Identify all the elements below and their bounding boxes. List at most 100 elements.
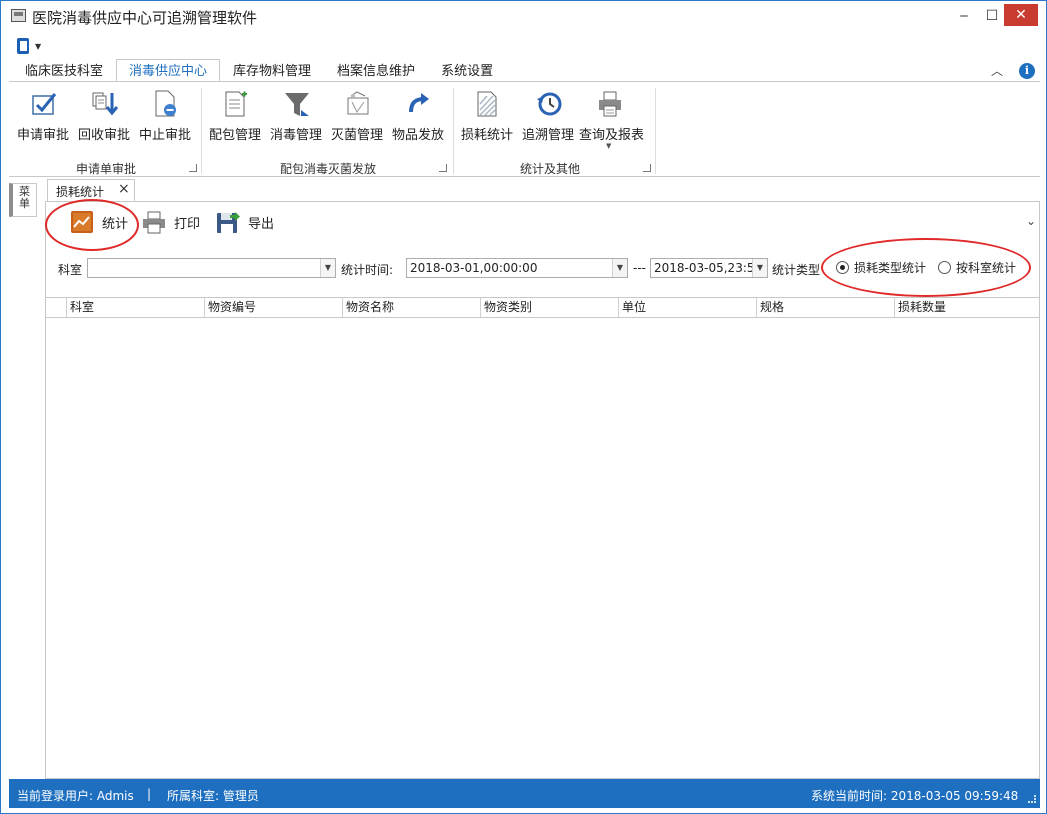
chevron-down-icon[interactable]: ▼	[752, 259, 767, 277]
stat-type-label: 统计类型	[772, 263, 821, 277]
column-header[interactable]: 物资编号	[205, 298, 343, 317]
group-launcher-icon[interactable]	[189, 164, 197, 172]
stop-approve-label: 中止审批	[138, 128, 191, 143]
tab-inventory[interactable]: 库存物料管理	[220, 59, 324, 82]
query-report-label: 查询及报表	[579, 128, 645, 143]
group-label-approval: 申请单审批	[75, 162, 136, 176]
stop-approve-button[interactable]: 中止审批	[135, 86, 195, 148]
pack-manage-label: 配包管理	[208, 128, 261, 143]
redo-arrow-icon	[409, 93, 429, 113]
apply-approve-button[interactable]: 申请审批	[13, 86, 73, 148]
resize-grip-icon[interactable]	[1028, 795, 1036, 803]
export-label: 导出	[248, 216, 275, 232]
printer-icon	[143, 211, 165, 234]
data-grid: 科室 物资编号 物资名称 物资类别 单位 规格 损耗数量	[46, 297, 1039, 778]
recycle-approve-icon	[92, 92, 118, 116]
sterilize-icon	[347, 91, 369, 115]
doc-tab-loss-stat[interactable]: 损耗统计 ×	[47, 179, 135, 201]
time-from-value: 2018-03-01,00:00:00	[410, 261, 538, 275]
status-dept: 所属科室: 管理员	[167, 789, 259, 803]
tab-archive[interactable]: 档案信息维护	[324, 59, 428, 82]
recycle-approve-button[interactable]: 回收审批	[74, 86, 134, 148]
title-bar: 医院消毒供应中心可追溯管理软件 ‒ ☐ ✕	[1, 1, 1046, 32]
annotation-circle	[821, 238, 1031, 297]
sterilize-manage-button[interactable]: 灭菌管理	[327, 86, 387, 148]
printer-icon	[599, 91, 621, 117]
status-bar: 当前登录用户: Admis | 所属科室: 管理员 系统当前时间: 2018-0…	[9, 779, 1040, 808]
window-title: 医院消毒供应中心可追溯管理软件	[32, 9, 258, 27]
quick-access-toolbar: ▼	[17, 36, 41, 56]
group-launcher-icon[interactable]	[439, 164, 447, 172]
column-header[interactable]: 规格	[757, 298, 895, 317]
loss-stat-label: 损耗统计	[460, 128, 513, 143]
disinfect-manage-label: 消毒管理	[269, 128, 322, 143]
side-tab-label: 菜单	[19, 185, 30, 210]
close-button[interactable]: ✕	[1004, 4, 1038, 26]
status-user: 当前登录用户: Admis	[17, 789, 134, 803]
tab-sterile-supply[interactable]: 消毒供应中心	[116, 59, 221, 82]
group-divider	[453, 88, 454, 174]
chevron-down-icon: ▼	[606, 142, 612, 150]
app-window: 医院消毒供应中心可追溯管理软件 ‒ ☐ ✕ ▼ 临床医技科室 消毒供应中心 库存…	[0, 0, 1047, 814]
ribbon-right-controls: ︿ i	[991, 62, 1036, 79]
floppy-export-icon	[217, 212, 240, 233]
status-separator: |	[147, 787, 152, 801]
info-icon[interactable]: i	[1019, 62, 1036, 79]
tab-settings[interactable]: 系统设置	[428, 59, 506, 82]
export-button[interactable]: 导出	[216, 208, 274, 236]
time-from-combo[interactable]: 2018-03-01,00:00:00 ▼	[406, 258, 628, 278]
pack-manage-button[interactable]: 配包管理	[205, 86, 265, 148]
grid-header: 科室 物资编号 物资名称 物资类别 单位 规格 损耗数量	[46, 298, 1039, 318]
dept-combo[interactable]: ▼	[87, 258, 336, 278]
apply-approve-label: 申请审批	[16, 128, 69, 143]
print-button[interactable]: 打印	[142, 208, 200, 236]
disinfect-manage-button[interactable]: 消毒管理	[266, 86, 326, 148]
group-launcher-icon[interactable]	[643, 164, 651, 172]
trace-manage-button[interactable]: 追溯管理	[518, 86, 578, 148]
dept-label: 科室	[58, 263, 83, 277]
group-label-statistics: 统计及其他	[519, 162, 580, 176]
column-header[interactable]: 物资名称	[343, 298, 481, 317]
history-icon	[537, 92, 562, 116]
office-icon[interactable]	[17, 38, 29, 54]
chevron-down-icon[interactable]: ▼	[35, 42, 41, 51]
column-header[interactable]: 科室	[67, 298, 205, 317]
chevron-up-icon[interactable]: ︿	[991, 62, 1003, 79]
trace-manage-label: 追溯管理	[521, 128, 574, 143]
column-header[interactable]: 单位	[619, 298, 757, 317]
row-indicator-header	[46, 298, 67, 317]
check-icon	[32, 93, 57, 115]
chevron-down-icon[interactable]: ▼	[612, 259, 627, 277]
funnel-icon	[285, 93, 309, 116]
item-dispatch-button[interactable]: 物品发放	[388, 86, 448, 148]
recycle-approve-label: 回收审批	[77, 128, 130, 143]
column-header[interactable]: 损耗数量	[895, 298, 1039, 317]
group-divider	[201, 88, 202, 174]
chevron-down-icon[interactable]: ⌄	[1026, 214, 1036, 228]
stop-document-icon	[155, 90, 176, 117]
side-tab-menu[interactable]: 菜单	[9, 183, 37, 217]
striped-document-icon	[477, 91, 497, 117]
group-packing: 配包管理 消毒管理 灭菌管理 物品发放 配包消毒灭菌发放	[205, 86, 451, 176]
query-report-button[interactable]: 查询及报表 ▼	[579, 86, 645, 150]
close-icon[interactable]: ×	[118, 181, 130, 197]
time-to-value: 2018-03-05,23:59:59	[654, 261, 752, 275]
item-dispatch-label: 物品发放	[391, 128, 444, 143]
chevron-down-icon[interactable]: ▼	[320, 259, 335, 277]
ribbon-panel: 申请审批 回收审批 中止审批 申请单审批 配包管理 消毒管理 灭菌管理 物品发放…	[9, 81, 1040, 177]
doc-tab-label: 损耗统计	[56, 185, 105, 199]
loss-stat-button[interactable]: 损耗统计	[457, 86, 517, 148]
column-header[interactable]: 物资类别	[481, 298, 619, 317]
group-label-packing: 配包消毒灭菌发放	[279, 162, 376, 176]
time-to-combo[interactable]: 2018-03-05,23:59:59 ▼	[650, 258, 768, 278]
range-separator: ---	[633, 261, 646, 275]
status-time: 系统当前时间: 2018-03-05 09:59:48	[811, 789, 1019, 803]
group-statistics: 损耗统计 追溯管理 查询及报表 ▼ 统计及其他	[457, 86, 653, 176]
package-document-icon	[225, 91, 247, 117]
group-divider	[655, 88, 656, 174]
annotation-circle	[45, 199, 139, 251]
time-label: 统计时间:	[341, 263, 394, 277]
group-approval: 申请审批 回收审批 中止审批 申请单审批	[13, 86, 199, 176]
tab-clinical[interactable]: 临床医技科室	[12, 59, 116, 82]
app-icon	[11, 9, 26, 22]
